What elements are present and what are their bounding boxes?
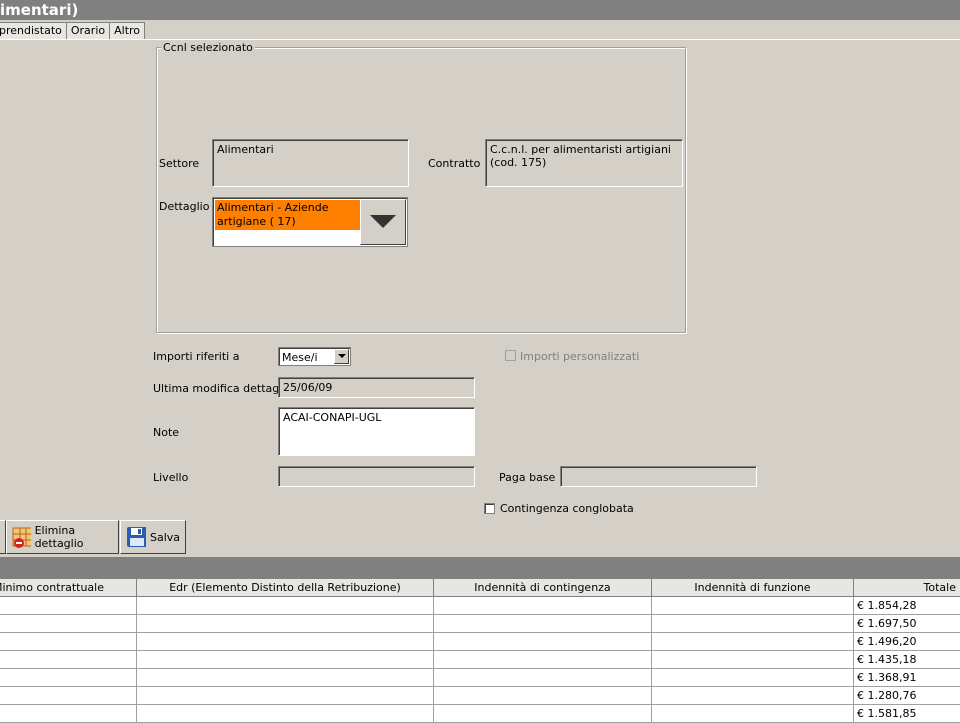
cell[interactable]: [137, 687, 434, 705]
settore-label: Settore: [159, 157, 199, 170]
contingenza-label: Contingenza conglobata: [500, 502, 634, 515]
col-header-contingenza[interactable]: Indennità di contingenza: [434, 579, 652, 597]
cell[interactable]: [652, 687, 854, 705]
livello-field[interactable]: [278, 466, 475, 487]
cell[interactable]: [137, 651, 434, 669]
cell[interactable]: [434, 615, 652, 633]
contratto-label: Contratto: [428, 157, 480, 170]
col-header-funzione[interactable]: Indennità di funzione: [652, 579, 854, 597]
cell[interactable]: [652, 615, 854, 633]
chevron-down-icon: [338, 354, 346, 359]
table-row[interactable]: € 1.854,28: [0, 597, 960, 615]
cell[interactable]: [137, 633, 434, 651]
cell[interactable]: [434, 651, 652, 669]
importi-personalizzati-label: Importi personalizzati: [520, 350, 639, 363]
cell-totale[interactable]: € 1.435,18: [854, 651, 960, 669]
table-row[interactable]: € 1.697,50: [0, 615, 960, 633]
delete-grid-icon: [12, 526, 31, 548]
ccnl-groupbox: [156, 47, 686, 333]
col-header-totale[interactable]: Totale: [854, 579, 960, 597]
salva-label: Salva: [150, 531, 180, 544]
cell[interactable]: [434, 633, 652, 651]
elimina-dettaglio-label: Elimina dettaglio: [35, 524, 113, 550]
importi-personalizzati-checkbox[interactable]: [505, 350, 516, 361]
cell[interactable]: [0, 633, 137, 651]
ultima-modifica-label: Ultima modifica dettaglio: [153, 382, 292, 395]
contratto-field: C.c.n.l. per alimentaristi artigiani (co…: [485, 139, 683, 187]
tab-prendistato[interactable]: prendistato: [0, 22, 67, 39]
cell-totale[interactable]: € 1.697,50: [854, 615, 960, 633]
cell-totale[interactable]: € 1.496,20: [854, 633, 960, 651]
chevron-down-icon: [370, 215, 396, 229]
dettaglio-list[interactable]: Alimentari - Aziende artigiane ( 17): [212, 197, 408, 247]
col-header-edr[interactable]: Edr (Elemento Distinto della Retribuzion…: [137, 579, 434, 597]
window-title: imentari): [0, 0, 960, 20]
save-disk-icon: [126, 526, 146, 548]
settore-field: Alimentari: [212, 139, 409, 187]
cell[interactable]: [434, 597, 652, 615]
importi-grid: Minimo contrattuale Edr (Elemento Distin…: [0, 578, 960, 723]
cell[interactable]: [0, 651, 137, 669]
grid-header-bar: [0, 557, 960, 578]
cell[interactable]: [0, 615, 137, 633]
table-row[interactable]: € 1.496,20: [0, 633, 960, 651]
col-header-minimo[interactable]: Minimo contrattuale: [0, 579, 137, 597]
tab-orario[interactable]: Orario: [66, 22, 110, 39]
tab-strip: prendistato Orario Altro: [0, 22, 144, 39]
ccnl-group-legend: Ccnl selezionato: [161, 41, 255, 54]
cell-totale[interactable]: € 1.368,91: [854, 669, 960, 687]
cell[interactable]: [652, 669, 854, 687]
cell[interactable]: [0, 669, 137, 687]
dettaglio-selected-item[interactable]: Alimentari - Aziende artigiane ( 17): [215, 200, 361, 230]
salva-button[interactable]: Salva: [120, 520, 186, 554]
cell-totale[interactable]: € 1.280,76: [854, 687, 960, 705]
livello-label: Livello: [153, 471, 188, 484]
ultima-modifica-field: 25/06/09: [278, 377, 475, 398]
note-textarea[interactable]: ACAI-CONAPI-UGL: [278, 407, 475, 456]
paga-base-field[interactable]: [560, 466, 757, 487]
grid-header-row: Minimo contrattuale Edr (Elemento Distin…: [0, 579, 960, 597]
cell[interactable]: [652, 597, 854, 615]
tab-divider: [0, 39, 960, 40]
paga-base-label: Paga base: [499, 471, 555, 484]
cell[interactable]: [137, 597, 434, 615]
dettaglio-label: Dettaglio: [159, 200, 209, 213]
cell[interactable]: [137, 615, 434, 633]
cell[interactable]: [0, 687, 137, 705]
importi-label: Importi riferiti a: [153, 350, 239, 363]
importi-select[interactable]: Mese/i: [278, 347, 351, 366]
cell[interactable]: [652, 651, 854, 669]
dettaglio-dropdown-button[interactable]: [360, 199, 406, 245]
table-row[interactable]: € 1.435,18: [0, 651, 960, 669]
importi-select-value: Mese/i: [282, 351, 318, 364]
table-row[interactable]: € 1.368,91: [0, 669, 960, 687]
cell[interactable]: [0, 597, 137, 615]
cell[interactable]: [434, 669, 652, 687]
cell-totale[interactable]: € 1.854,28: [854, 597, 960, 615]
importi-select-arrow[interactable]: [334, 349, 349, 364]
tab-altro[interactable]: Altro: [109, 22, 145, 39]
note-label: Note: [153, 426, 179, 439]
cell[interactable]: [137, 669, 434, 687]
table-row[interactable]: € 1.280,76: [0, 687, 960, 705]
cell[interactable]: [434, 687, 652, 705]
cell[interactable]: [652, 633, 854, 651]
elimina-dettaglio-button[interactable]: Elimina dettaglio: [6, 520, 119, 554]
contingenza-checkbox[interactable]: [484, 503, 495, 514]
